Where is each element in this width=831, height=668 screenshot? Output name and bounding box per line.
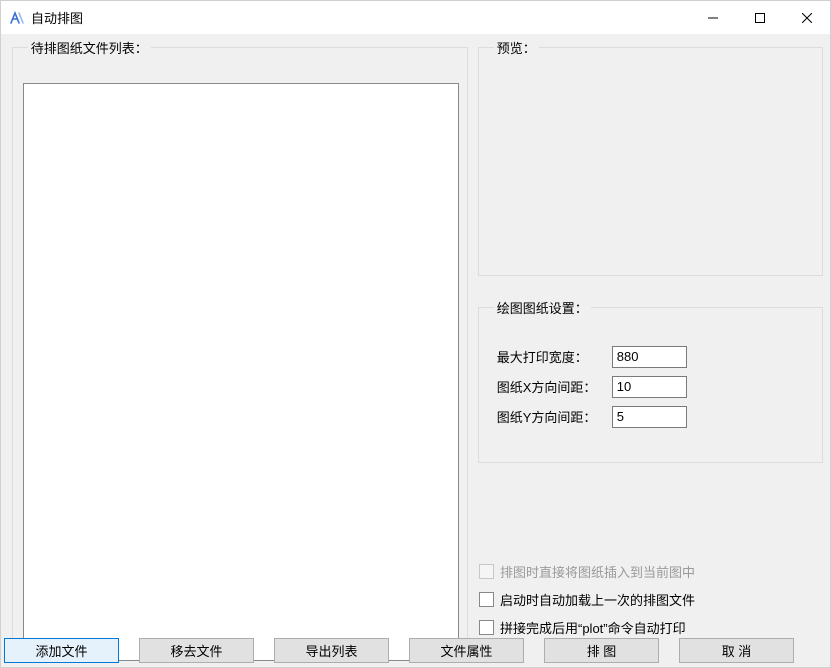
window: 自动排图 待排图纸文件列表： 预览： 绘图图纸设置： 最大打印宽度： <box>0 0 831 668</box>
add-file-button[interactable]: 添加文件 <box>4 638 119 663</box>
app-icon <box>9 10 25 26</box>
checkbox-icon <box>479 620 494 635</box>
settings-legend: 绘图图纸设置： <box>494 298 591 317</box>
x-gap-input[interactable] <box>612 376 687 398</box>
file-list-fieldset: 待排图纸文件列表： <box>12 38 468 648</box>
window-controls <box>689 1 830 34</box>
maximize-button[interactable] <box>736 1 783 34</box>
max-print-width-label: 最大打印宽度： <box>497 347 612 366</box>
titlebar: 自动排图 <box>1 1 830 34</box>
max-print-width-input[interactable] <box>612 346 687 368</box>
remove-file-button[interactable]: 移去文件 <box>139 638 254 663</box>
minimize-button[interactable] <box>689 1 736 34</box>
checkbox-autoload-last[interactable]: 启动时自动加载上一次的排图文件 <box>479 585 824 613</box>
close-button[interactable] <box>783 1 830 34</box>
file-list[interactable] <box>23 83 459 661</box>
file-list-legend: 待排图纸文件列表： <box>28 38 151 57</box>
y-gap-input[interactable] <box>612 406 687 428</box>
button-row: 添加文件 移去文件 导出列表 文件属性 排 图 取 消 <box>1 637 830 667</box>
checkbox-icon <box>479 564 494 579</box>
client-area: 待排图纸文件列表： 预览： 绘图图纸设置： 最大打印宽度： 图纸X方向间距： 图… <box>1 34 830 667</box>
checkbox-insert-current-label: 排图时直接将图纸插入到当前图中 <box>500 562 695 581</box>
settings-fieldset: 绘图图纸设置： 最大打印宽度： 图纸X方向间距： 图纸Y方向间距： <box>478 298 823 463</box>
preview-fieldset: 预览： <box>478 38 823 276</box>
checkbox-insert-current: 排图时直接将图纸插入到当前图中 <box>479 557 824 585</box>
checkbox-autoplot-label: 拼接完成后用“plot”命令自动打印 <box>500 618 686 637</box>
x-gap-label: 图纸X方向间距： <box>497 377 612 396</box>
checkbox-icon <box>479 592 494 607</box>
checkbox-group: 排图时直接将图纸插入到当前图中 启动时自动加载上一次的排图文件 拼接完成后用“p… <box>479 557 824 641</box>
export-list-button[interactable]: 导出列表 <box>274 638 389 663</box>
window-title: 自动排图 <box>31 8 83 27</box>
checkbox-autoload-last-label: 启动时自动加载上一次的排图文件 <box>500 590 695 609</box>
file-properties-button[interactable]: 文件属性 <box>409 638 524 663</box>
cancel-button[interactable]: 取 消 <box>679 638 794 663</box>
preview-legend: 预览： <box>494 38 539 57</box>
y-gap-label: 图纸Y方向间距： <box>497 407 612 426</box>
layout-button[interactable]: 排 图 <box>544 638 659 663</box>
